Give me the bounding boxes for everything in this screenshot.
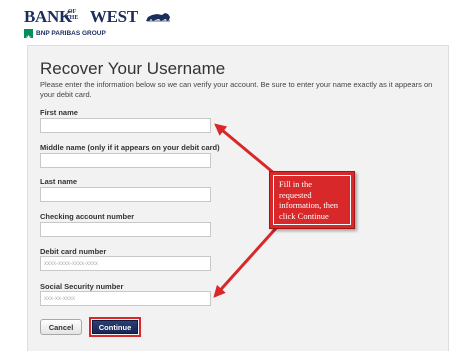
middle-name-input[interactable] <box>40 153 211 168</box>
cancel-button[interactable]: Cancel <box>40 319 82 335</box>
header: BANK WEST OF THE BNP PARIBAS GROUP <box>0 0 474 44</box>
last-name-input[interactable] <box>40 187 211 202</box>
checking-account-input[interactable] <box>40 222 211 237</box>
logo-word-of-the: OF THE <box>65 9 79 21</box>
page: BANK WEST OF THE BNP PARIBAS GROUP Recove… <box>0 0 474 351</box>
first-name-label: First name <box>40 108 78 117</box>
continue-button[interactable]: Continue <box>92 320 138 334</box>
first-name-input[interactable] <box>40 118 211 133</box>
instruction-callout: Fill in the requested information, then … <box>269 171 355 229</box>
bnp-star-icon <box>24 29 33 40</box>
callout-text: Fill in the requested information, then … <box>273 175 351 225</box>
last-name-label: Last name <box>40 177 78 186</box>
logo-subtitle: BNP PARIBAS GROUP <box>36 30 106 37</box>
logo-word-west: WEST <box>89 7 138 26</box>
bison-logo-icon <box>146 13 170 22</box>
checking-account-label: Checking account number <box>40 212 135 221</box>
debit-card-input[interactable] <box>40 256 211 271</box>
bank-of-the-west-logo[interactable]: BANK WEST OF THE BNP PARIBAS GROUP <box>24 8 170 40</box>
form-instructions: Please enter the information below so we… <box>40 80 433 99</box>
ssn-input[interactable] <box>40 291 211 306</box>
ssn-label: Social Security number <box>40 282 124 291</box>
bnp-star-glyph <box>25 34 32 40</box>
middle-name-label: Middle name (only if it appears on your … <box>40 143 220 152</box>
recover-username-form: Recover Your Username Please enter the i… <box>27 45 449 351</box>
page-title: Recover Your Username <box>40 59 226 78</box>
logo-wordmark: BANK WEST <box>24 8 138 26</box>
debit-card-label: Debit card number <box>40 247 107 256</box>
